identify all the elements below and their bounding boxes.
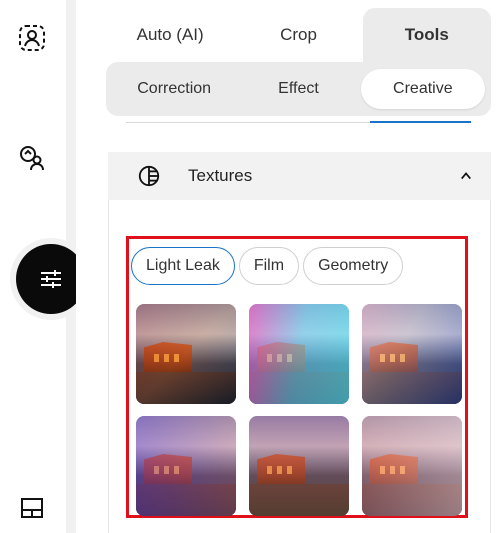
tab-tools[interactable]: Tools — [362, 8, 491, 62]
tab-auto-ai[interactable]: Auto (AI) — [106, 8, 234, 62]
top-tabs: Auto (AI) Crop Tools — [106, 8, 491, 62]
section-title: Textures — [188, 166, 253, 185]
texture-thumbnail[interactable] — [249, 416, 349, 516]
texture-thumbnail-grid — [136, 304, 462, 516]
adjust-sliders-icon — [41, 270, 61, 288]
texture-thumbnail[interactable] — [362, 304, 462, 404]
texture-category-chips: Light Leak Film Geometry — [131, 247, 404, 285]
chip-light-leak[interactable]: Light Leak — [131, 247, 235, 285]
texture-thumbnail[interactable] — [249, 304, 349, 404]
chevron-up-icon[interactable] — [459, 169, 473, 183]
active-tab-indicator — [370, 121, 471, 123]
texture-thumbnail[interactable] — [136, 416, 236, 516]
tab-crop[interactable]: Crop — [234, 8, 362, 62]
texture-thumbnail[interactable] — [362, 416, 462, 516]
subtab-correction[interactable]: Correction — [112, 69, 236, 109]
layout-icon[interactable] — [14, 490, 50, 526]
chip-film[interactable]: Film — [238, 247, 300, 285]
textures-section-header[interactable]: Textures — [108, 152, 491, 200]
subtab-creative[interactable]: Creative — [360, 69, 485, 109]
texture-thumbnail[interactable] — [136, 304, 236, 404]
chip-geometry[interactable]: Geometry — [303, 247, 404, 285]
sub-tabs: Correction Effect Creative — [106, 62, 491, 116]
texture-icon — [136, 163, 162, 189]
face-swap-icon[interactable] — [14, 140, 50, 176]
portrait-frame-icon[interactable] — [14, 20, 50, 56]
subtab-effect[interactable]: Effect — [236, 69, 360, 109]
